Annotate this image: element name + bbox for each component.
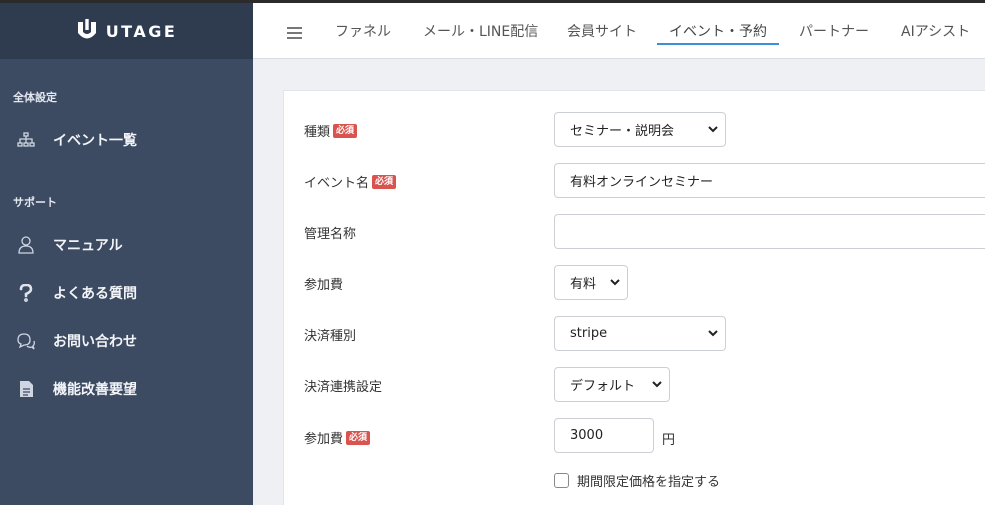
sidebar-item-faq[interactable]: よくある質問 <box>0 273 253 313</box>
required-badge: 必須 <box>333 123 358 138</box>
chevron-down-icon <box>610 279 620 286</box>
payment-link-value: デフォルト <box>570 379 636 394</box>
event-name-label-text: イベント名 <box>304 176 370 191</box>
type-select-value: セミナー・説明会 <box>570 124 675 139</box>
payment-type-label-text: 決済種別 <box>304 329 357 344</box>
chevron-down-icon <box>708 330 718 337</box>
required-badge: 必須 <box>346 430 371 445</box>
type-label: 種類 必須 <box>304 121 358 140</box>
fee-type-label: 参加費 <box>304 274 343 293</box>
currency-unit: 円 <box>662 433 676 448</box>
chevron-down-icon <box>708 126 718 133</box>
payment-type-value: stripe <box>570 326 608 341</box>
sidebar-item-label: 機能改善要望 <box>53 382 137 398</box>
sidebar-item-label: マニュアル <box>53 238 123 254</box>
fee-type-select[interactable]: 有料 <box>554 265 628 300</box>
user-icon <box>16 235 36 255</box>
sidebar: UTAGE 全体設定 イベント一覧 サポート マニュアル よくある質問 お問い合… <box>0 3 253 505</box>
tab-ai-assist[interactable]: AIアシスト <box>901 21 970 41</box>
event-name-value: 有料オンラインセミナー <box>570 175 714 190</box>
required-badge: 必須 <box>372 174 397 189</box>
sidebar-item-label: よくある質問 <box>53 286 137 302</box>
sidebar-section-support: サポート <box>13 196 57 209</box>
type-label-text: 種類 <box>304 125 331 140</box>
document-icon <box>16 379 36 399</box>
fee-type-label-text: 参加費 <box>304 278 344 293</box>
admin-name-label: 管理名称 <box>304 223 356 242</box>
brand-logo[interactable]: UTAGE <box>0 3 253 59</box>
sidebar-section-settings: 全体設定 <box>13 91 57 104</box>
tab-event-reservation[interactable]: イベント・予約 <box>669 21 767 41</box>
tab-member-site[interactable]: 会員サイト <box>567 21 637 41</box>
fee-type-value: 有料 <box>570 277 597 292</box>
payment-link-label: 決済連携設定 <box>304 376 382 395</box>
payment-link-select[interactable]: デフォルト <box>554 367 670 402</box>
fee-label-text: 参加費 <box>304 432 344 447</box>
tab-partner[interactable]: パートナー <box>799 21 869 41</box>
chat-icon <box>16 331 36 351</box>
admin-name-label-text: 管理名称 <box>304 227 357 242</box>
event-name-input[interactable]: 有料オンラインセミナー <box>554 163 985 198</box>
tab-mail-line[interactable]: メール・LINE配信 <box>423 21 538 41</box>
admin-name-input[interactable] <box>554 214 985 249</box>
payment-type-select[interactable]: stripe <box>554 316 726 351</box>
event-form-card: 種類 必須 セミナー・説明会 イベント名 必須 有料オンラインセミナー 管理名称… <box>283 90 985 505</box>
tab-funnel[interactable]: ファネル <box>335 21 391 41</box>
top-navigation: ファネル メール・LINE配信 会員サイト イベント・予約 パートナー AIアシ… <box>253 3 985 59</box>
brand-name: UTAGE <box>105 21 178 41</box>
chevron-down-icon <box>652 381 662 388</box>
payment-type-label: 決済種別 <box>304 325 356 344</box>
type-select[interactable]: セミナー・説明会 <box>554 112 726 147</box>
question-icon <box>16 283 36 303</box>
utage-logo-icon <box>77 19 96 39</box>
fee-amount-input[interactable]: 3000 <box>554 418 654 453</box>
sidebar-item-label: イベント一覧 <box>53 133 137 149</box>
sitemap-icon <box>16 130 36 150</box>
payment-link-label-text: 決済連携設定 <box>304 380 383 395</box>
sidebar-item-event-list[interactable]: イベント一覧 <box>0 120 253 160</box>
sidebar-item-feature-request[interactable]: 機能改善要望 <box>0 369 253 409</box>
checkbox-box[interactable] <box>554 473 569 488</box>
active-tab-indicator <box>657 43 779 45</box>
limited-price-checkbox[interactable]: 期間限定価格を指定する <box>554 471 720 490</box>
hamburger-menu-icon[interactable] <box>287 27 302 39</box>
limited-price-label: 期間限定価格を指定する <box>577 475 721 490</box>
fee-amount-value: 3000 <box>570 428 604 443</box>
fee-label: 参加費 必須 <box>304 428 371 447</box>
sidebar-item-contact[interactable]: お問い合わせ <box>0 321 253 361</box>
sidebar-item-label: お問い合わせ <box>53 334 137 350</box>
event-name-label: イベント名 必須 <box>304 172 397 191</box>
sidebar-item-manual[interactable]: マニュアル <box>0 225 253 265</box>
